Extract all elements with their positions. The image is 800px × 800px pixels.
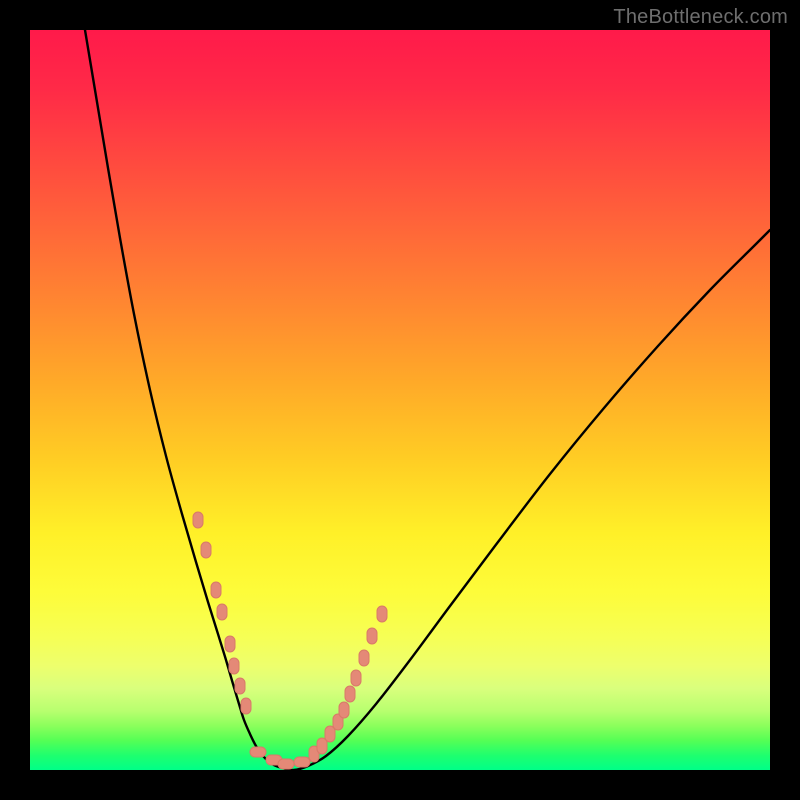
watermark-text: TheBottleneck.com <box>613 6 788 29</box>
curve-marker <box>201 542 211 558</box>
curve-marker <box>377 606 387 622</box>
curve-marker <box>317 738 327 754</box>
curve-markers <box>193 512 387 769</box>
curve-marker <box>278 759 294 769</box>
plot-area <box>30 30 770 770</box>
curve-marker <box>351 670 361 686</box>
curve-marker <box>193 512 203 528</box>
curve-marker <box>217 604 227 620</box>
curve-marker <box>225 636 235 652</box>
curve-marker <box>359 650 369 666</box>
curve-marker <box>367 628 377 644</box>
chart-frame: TheBottleneck.com <box>0 0 800 800</box>
curve-marker <box>345 686 355 702</box>
curve-marker <box>211 582 221 598</box>
curve-marker <box>325 726 335 742</box>
curve-marker <box>229 658 239 674</box>
curve-marker <box>241 698 251 714</box>
curve-layer <box>30 30 770 770</box>
curve-marker <box>250 747 266 757</box>
curve-marker <box>339 702 349 718</box>
bottleneck-curve-path <box>85 30 770 770</box>
curve-marker <box>235 678 245 694</box>
curve-marker <box>294 757 310 767</box>
